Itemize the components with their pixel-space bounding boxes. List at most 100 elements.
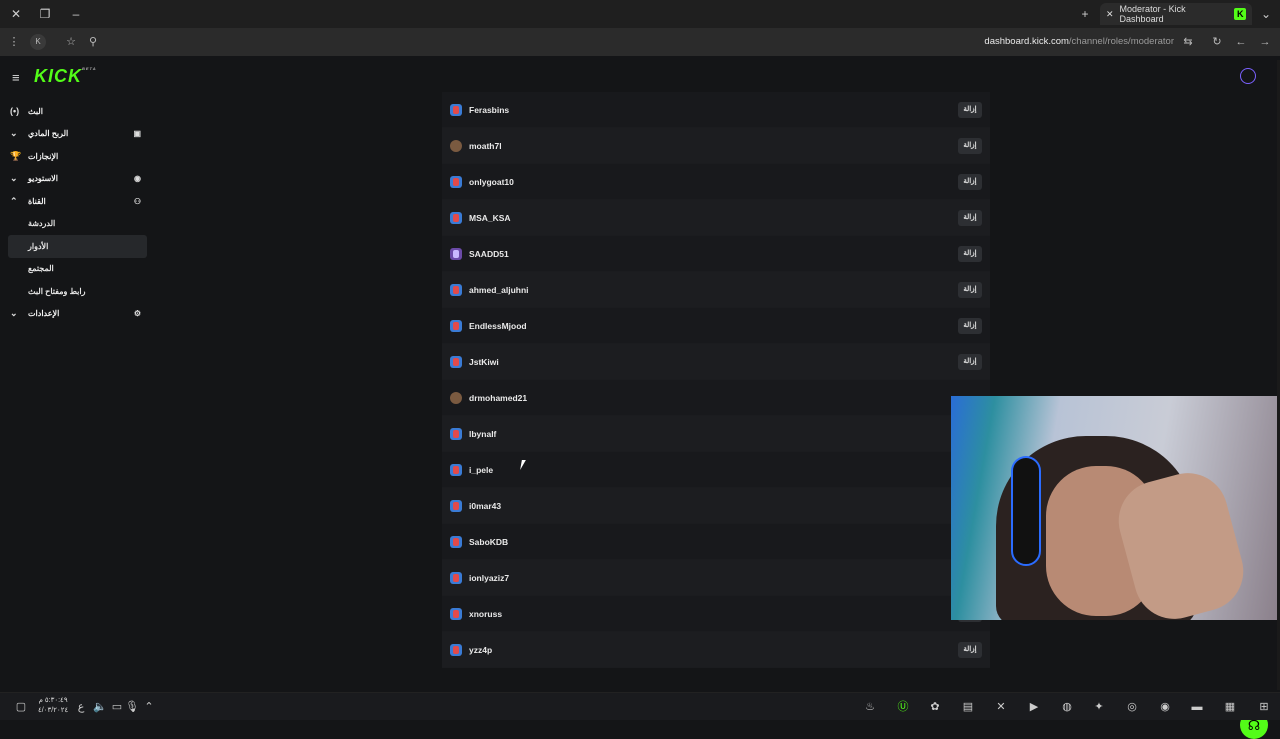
avatar	[450, 391, 462, 404]
list-item: i_pele	[442, 452, 990, 488]
chevron-up-icon: ⌃	[10, 195, 18, 206]
remove-button[interactable]: إزالة	[958, 281, 982, 298]
steam-icon[interactable]: ♨	[863, 700, 877, 714]
app-u-icon[interactable]: Ⓤ	[896, 700, 910, 714]
sidebar-item-broadcast[interactable]: (•) البث	[0, 100, 155, 123]
username[interactable]: JstKiwi	[469, 357, 499, 367]
username[interactable]: i0mar43	[469, 501, 501, 511]
broadcast-icon: (•)	[10, 106, 20, 117]
username[interactable]: ahmed_aljuhni	[469, 285, 529, 295]
list-item: SaboKDB	[442, 524, 990, 560]
sidebar-item-studio[interactable]: ⌄ الاستوديو ◉	[0, 168, 155, 191]
username[interactable]: lbynalf	[469, 429, 496, 439]
avatar	[450, 535, 462, 548]
avatar	[450, 607, 462, 620]
hamburger-menu-icon[interactable]: ≡	[12, 70, 20, 85]
url-field[interactable]: dashboard.kick.com/channel/roles/moderat…	[984, 36, 1174, 47]
back-arrow-icon[interactable]: ←	[1233, 34, 1249, 50]
sidebar-subitem-stream-key[interactable]: رابط ومفتاح البث	[0, 280, 155, 303]
sidebar-item-settings[interactable]: ⌄ الإعدادات ⚙	[0, 303, 155, 326]
taskbar-clock[interactable]: ٥:٣٠:٤٩ م ٤/٠٣/٢٠٢٤	[38, 696, 68, 716]
windows-start-icon[interactable]: ⊞	[1257, 700, 1271, 714]
app-icon[interactable]: ✿	[928, 700, 942, 714]
username[interactable]: onlygoat10	[469, 177, 514, 187]
username[interactable]: ionlyaziz7	[469, 573, 509, 583]
store-icon[interactable]: ▦	[1223, 700, 1237, 714]
tab-close-icon[interactable]: ✕	[1106, 9, 1114, 20]
user-avatar[interactable]	[1240, 68, 1256, 84]
username[interactable]: moath7l	[469, 141, 502, 151]
kick-logo[interactable]: KICKBETA	[34, 66, 97, 87]
language-indicator[interactable]: ع	[74, 700, 88, 714]
sidebar-item-monetization[interactable]: ⌄ الربح المادي ▣	[0, 123, 155, 146]
remove-button[interactable]: إزالة	[958, 245, 982, 262]
sidebar-subitem-roles[interactable]: الأدوار	[8, 235, 147, 258]
microphone-icon[interactable]: 🎙	[125, 700, 139, 714]
moderator-list: Ferasbins إزالة moath7l إزالة onlygoat10 إز…	[442, 92, 990, 668]
list-item: MSA_KSA إزالة	[442, 200, 990, 236]
username[interactable]: SAADD51	[469, 249, 509, 259]
avatar	[450, 103, 462, 116]
chevron-down-icon: ⌄	[10, 173, 18, 184]
profile-icon[interactable]: K	[30, 34, 46, 50]
list-item: EndlessMjood إزالة	[442, 308, 990, 344]
list-item: ahmed_aljuhni إزالة	[442, 272, 990, 308]
remove-button[interactable]: إزالة	[958, 353, 982, 370]
tray-chevron-up-icon[interactable]: ⌃	[142, 700, 156, 714]
tab-menu-chevron-icon[interactable]: ⌄	[1258, 6, 1274, 22]
folder-icon[interactable]: ▬	[1190, 700, 1204, 714]
username[interactable]: i_pele	[469, 465, 493, 475]
close-window-icon[interactable]: ✕	[8, 6, 24, 22]
username[interactable]: EndlessMjood	[469, 321, 527, 331]
sidebar-item-achievements[interactable]: 🏆 الإنجازات	[0, 145, 155, 168]
discord-icon[interactable]: ◍	[1060, 700, 1074, 714]
username[interactable]: SaboKDB	[469, 537, 508, 547]
search-icon[interactable]: ⚲	[85, 34, 101, 50]
list-item: SAADD51 إزالة	[442, 236, 990, 272]
bookmark-star-icon[interactable]: ☆	[63, 34, 79, 50]
notification-icon[interactable]: ▢	[14, 700, 28, 714]
webcam-headset	[1011, 456, 1041, 566]
minimize-window-icon[interactable]: –	[68, 6, 84, 22]
app-icon[interactable]: ✕	[994, 700, 1008, 714]
os-taskbar: ▢ ٥:٣٠:٤٩ م ٤/٠٣/٢٠٢٤ ع 🔈 ▭ 🎙 ⌃ ♨ Ⓤ ✿ ▤ ✕…	[0, 692, 1280, 720]
browser-menu-icon[interactable]: ⋮	[6, 34, 22, 50]
remove-button[interactable]: إزالة	[958, 317, 982, 334]
camera-icon: ◉	[134, 174, 141, 184]
remove-button[interactable]: إزالة	[958, 641, 982, 658]
restore-window-icon[interactable]: ❐	[37, 6, 53, 22]
browser-titlebar: ✕ ❐ – + ✕ Moderator - Kick Dashboard K ⌄	[0, 0, 1280, 28]
volume-icon[interactable]: 🔈	[93, 700, 107, 714]
forward-arrow-icon[interactable]: →	[1257, 34, 1273, 50]
remove-button[interactable]: إزالة	[958, 209, 982, 226]
username[interactable]: xnoruss	[469, 609, 502, 619]
username[interactable]: yzz4p	[469, 645, 492, 655]
app-icon[interactable]: ▤	[961, 700, 975, 714]
new-tab-icon[interactable]: +	[1077, 6, 1093, 22]
app-icon[interactable]: ◎	[1125, 700, 1139, 714]
avatar	[450, 499, 462, 512]
username[interactable]: drmohamed21	[469, 393, 527, 403]
gear-icon: ⚙	[133, 309, 141, 319]
remove-button[interactable]: إزالة	[958, 101, 982, 118]
list-item: ionlyaziz7	[442, 560, 990, 596]
browser-tab[interactable]: ✕ Moderator - Kick Dashboard K	[1100, 3, 1252, 25]
username[interactable]: Ferasbins	[469, 105, 509, 115]
url-host: dashboard.kick.com	[984, 36, 1069, 47]
chrome-icon[interactable]: ◉	[1158, 700, 1172, 714]
remove-button[interactable]: إزالة	[958, 173, 982, 190]
username[interactable]: MSA_KSA	[469, 213, 511, 223]
network-icon[interactable]: ▭	[110, 700, 124, 714]
sidebar-subitem-chat[interactable]: الدردشة	[0, 213, 155, 236]
chevron-down-icon: ⌄	[10, 128, 18, 139]
app-icon[interactable]: ✦	[1092, 700, 1106, 714]
sidebar-item-channel[interactable]: ⌃ القناة ⚇	[0, 190, 155, 213]
site-settings-icon[interactable]: ⇆	[1180, 34, 1196, 50]
list-item: xnorussإزالة	[442, 596, 990, 632]
reload-icon[interactable]: ↻	[1209, 34, 1225, 50]
sidebar-subitem-community[interactable]: المجتمع	[0, 258, 155, 281]
remove-button[interactable]: إزالة	[958, 137, 982, 154]
users-icon: ⚇	[133, 196, 141, 206]
webcam-overlay	[951, 396, 1279, 620]
app-icon[interactable]: ▶	[1027, 700, 1041, 714]
